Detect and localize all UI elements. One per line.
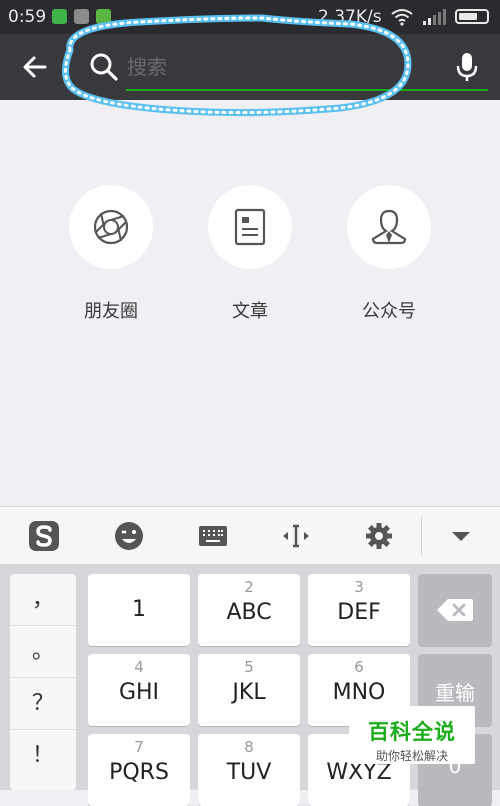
punct-key-question[interactable]: ？ [10, 678, 76, 730]
signal-icon [423, 9, 446, 25]
search-bar [0, 34, 500, 100]
key-label: PQRS [109, 760, 169, 785]
key-abc[interactable]: 2 ABC [198, 574, 300, 646]
battery-icon [455, 9, 489, 24]
key-label: MNO [332, 680, 386, 705]
document-icon[interactable] [208, 185, 292, 269]
key-number: 4 [134, 658, 144, 676]
cursor-move-icon[interactable] [280, 520, 312, 552]
backspace-icon [437, 599, 473, 621]
person-icon[interactable] [347, 185, 431, 269]
key-pqrs[interactable]: 7 PQRS [88, 734, 190, 806]
key-ghi[interactable]: 4 GHI [88, 654, 190, 726]
key-jkl[interactable]: 5 JKL [198, 654, 300, 726]
key-label: DEF [337, 600, 381, 625]
key-label: ABC [226, 600, 272, 625]
back-arrow-icon[interactable] [18, 50, 52, 84]
collapse-keyboard-icon[interactable] [445, 520, 477, 552]
key-number: 6 [354, 658, 364, 676]
key-label: JKL [232, 680, 266, 705]
key-tuv[interactable]: 8 TUV [198, 734, 300, 806]
search-icon [90, 53, 118, 81]
quick-entry-official-accounts[interactable]: 公众号 [347, 185, 431, 323]
network-speed: 2.37K/s [318, 7, 382, 27]
quick-entry-label: 文章 [232, 301, 268, 322]
key-number: 8 [244, 738, 254, 756]
key-1[interactable]: 1 [88, 574, 190, 646]
punct-key-exclaim[interactable]: ！ [10, 730, 76, 782]
keyboard-toolbar [0, 506, 500, 564]
key-number: 2 [244, 578, 254, 596]
settings-gear-icon[interactable] [363, 520, 395, 552]
notification-gray-icon [74, 9, 89, 24]
watermark-logo: 百科全说 助你轻松解决 [349, 706, 475, 764]
reenter-label: 重输 [435, 681, 475, 705]
quick-entry-label: 朋友圈 [84, 301, 138, 322]
key-def[interactable]: 3 DEF [308, 574, 410, 646]
status-bar: 0:59 2.37K/s [0, 0, 500, 34]
microphone-icon[interactable] [452, 50, 482, 84]
delete-key[interactable] [418, 574, 492, 646]
punct-key-period[interactable]: 。 [10, 626, 76, 678]
keyboard-icon[interactable] [197, 520, 229, 552]
key-label: 1 [132, 597, 146, 622]
key-label: GHI [118, 680, 160, 705]
key-number: 7 [134, 738, 144, 756]
punctuation-column: ， 。 ？ ！ [10, 574, 76, 790]
sogou-logo-icon[interactable] [28, 520, 60, 552]
quick-entry-articles[interactable]: 文章 [208, 185, 292, 323]
search-underline [126, 89, 488, 91]
watermark-brand: 百科全说 [368, 720, 456, 744]
aperture-icon[interactable] [69, 185, 153, 269]
search-input[interactable] [125, 50, 464, 84]
notification-android-icon [96, 9, 111, 24]
watermark-tagline: 助你轻松解决 [375, 749, 448, 763]
wifi-icon [391, 9, 413, 26]
status-time: 0:59 [8, 7, 47, 27]
toolbar-divider [421, 517, 422, 555]
key-label: TUV [226, 760, 272, 785]
notification-green-icon [52, 9, 67, 24]
emoji-icon[interactable] [113, 520, 145, 552]
punct-key-comma[interactable]: ， [10, 574, 76, 626]
quick-entry-label: 公众号 [362, 301, 416, 322]
key-number: 3 [354, 578, 364, 596]
quick-entry-moments[interactable]: 朋友圈 [69, 185, 153, 323]
key-number: 5 [244, 658, 254, 676]
